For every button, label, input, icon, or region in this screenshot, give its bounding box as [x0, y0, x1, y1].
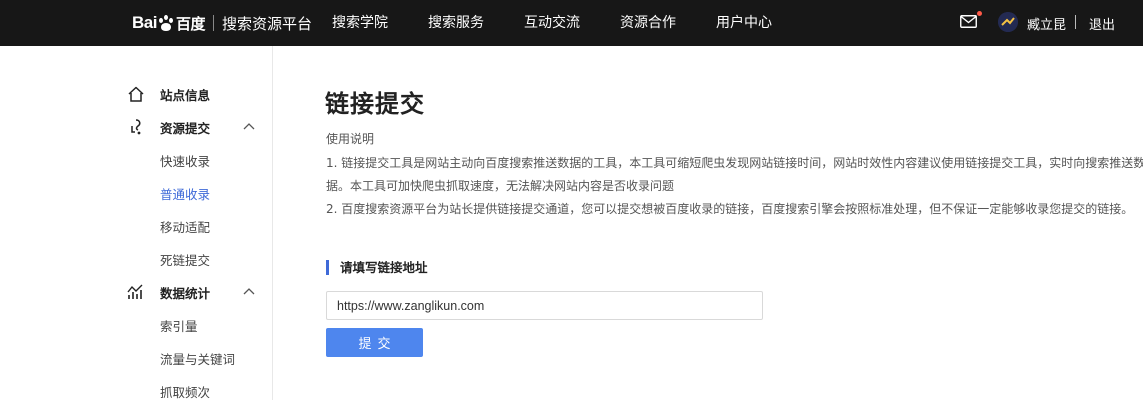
avatar-image — [998, 12, 1018, 32]
chevron-up-icon[interactable] — [243, 287, 255, 295]
url-section-label: 请填写链接地址 — [326, 260, 428, 275]
sidebar-group-label: 数据统计 — [160, 286, 211, 301]
mail-icon[interactable] — [960, 15, 977, 28]
stats-chart-icon — [127, 284, 143, 299]
submit-button[interactable]: 提交 — [326, 328, 423, 357]
sidebar-item-normal-index[interactable]: 普通收录 — [160, 184, 210, 203]
usage-line-2: 据。本工具可加快爬虫抓取速度，无法解决网站内容是否收录问题 — [326, 179, 675, 193]
sidebar-group-label: 站点信息 — [160, 88, 211, 103]
notification-dot — [977, 11, 982, 16]
nav-item-services[interactable]: 搜索服务 — [428, 0, 484, 46]
sidebar-group-label: 资源提交 — [160, 121, 211, 136]
sidebar-item-dead-link[interactable]: 死链提交 — [160, 250, 210, 269]
top-navigation-bar: Bai 百度 搜索资源平台 搜索学院 搜索服务 互动交流 资源合作 用户中心 臧… — [0, 0, 1143, 46]
logo-divider — [212, 15, 214, 31]
sidebar-group-data-stats[interactable]: 数据统计 — [127, 282, 273, 302]
sidebar-item-crawl-frequency[interactable]: 抓取频次 — [160, 382, 210, 401]
nav-item-user-center[interactable]: 用户中心 — [716, 0, 772, 46]
usage-line-3: 2. 百度搜索资源平台为站长提供链接提交通道，您可以提交想被百度收录的链接，百度… — [326, 202, 1134, 216]
nav-item-community[interactable]: 互动交流 — [524, 0, 580, 46]
nav-item-academy[interactable]: 搜索学院 — [332, 0, 388, 46]
nav-item-cooperation[interactable]: 资源合作 — [620, 0, 676, 46]
usage-heading: 使用说明 — [326, 132, 375, 146]
chevron-up-icon[interactable] — [243, 122, 255, 130]
header-separator — [1075, 15, 1076, 29]
baidu-logo[interactable]: Bai 百度 搜索资源平台 — [132, 11, 312, 35]
sidebar-item-traffic-keywords[interactable]: 流量与关键词 — [160, 349, 235, 368]
usage-line-1: 1. 链接提交工具是网站主动向百度搜索推送数据的工具，本工具可缩短爬虫发现网站链… — [326, 156, 1143, 170]
username[interactable]: 臧立昆 — [1027, 14, 1066, 33]
platform-name: 搜索资源平台 — [221, 14, 312, 33]
main-nav: 搜索学院 搜索服务 互动交流 资源合作 用户中心 — [332, 0, 812, 46]
sidebar-item-fast-index[interactable]: 快速收录 — [160, 151, 210, 170]
home-icon — [128, 86, 144, 102]
paw-icon — [158, 14, 174, 32]
logo-wordmark: Bai 百度 — [132, 13, 205, 34]
resource-submit-icon — [131, 119, 141, 135]
logo-text-bai: Bai — [132, 13, 157, 32]
sidebar-group-resource-submit[interactable]: 资源提交 — [127, 117, 273, 137]
page-title: 链接提交 — [325, 90, 425, 118]
sidebar-item-mobile-adapt[interactable]: 移动适配 — [160, 217, 210, 236]
logout-link[interactable]: 退出 — [1089, 14, 1115, 33]
sidebar-group-site-info[interactable]: 站点信息 — [127, 84, 273, 104]
sidebar-item-index-volume[interactable]: 索引量 — [160, 316, 198, 335]
logo-text-baidu-cn: 百度 — [175, 15, 206, 33]
avatar[interactable] — [998, 12, 1018, 32]
url-input[interactable] — [326, 291, 763, 320]
